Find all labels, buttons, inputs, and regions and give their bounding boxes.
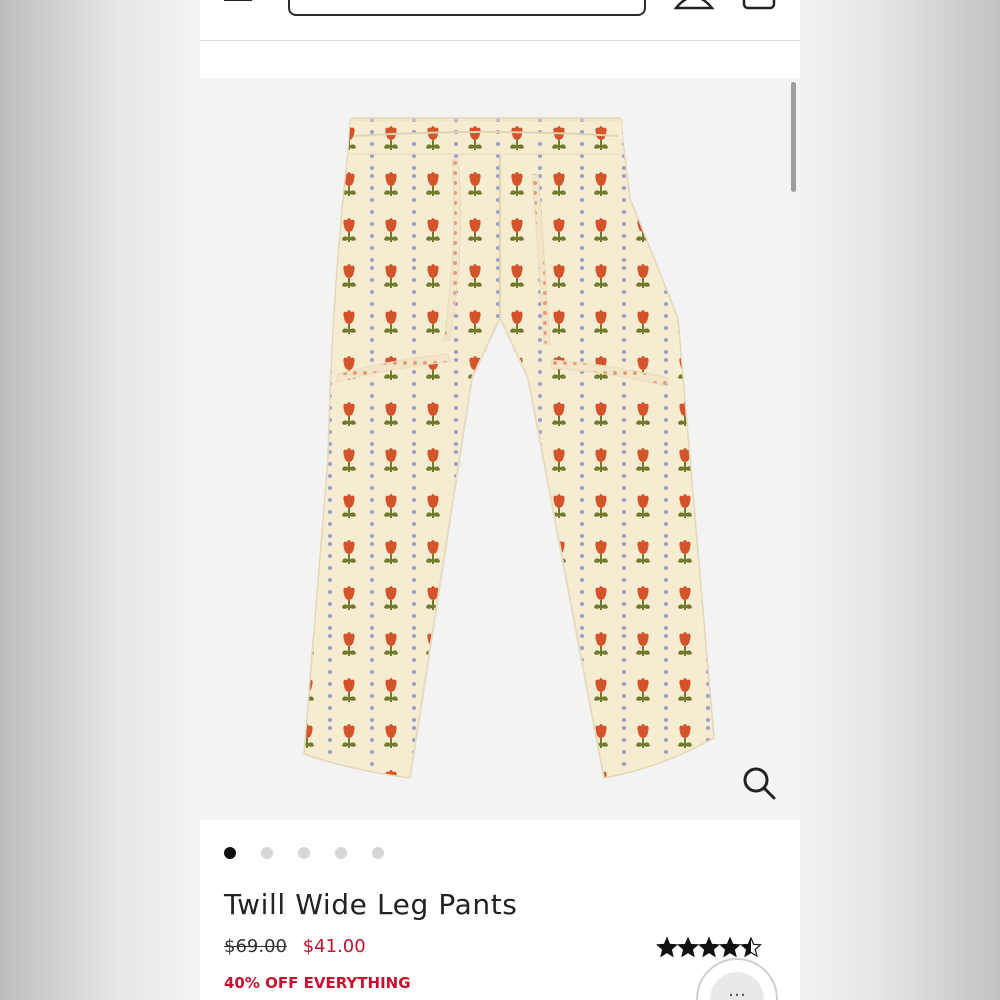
carousel-dot[interactable]: [372, 847, 384, 859]
shopping-bag-icon[interactable]: [742, 0, 776, 10]
account-icon[interactable]: [674, 0, 714, 10]
star-icon: [698, 936, 720, 958]
star-icon: [719, 936, 741, 958]
carousel-dot[interactable]: [298, 847, 310, 859]
waistband: [347, 119, 625, 155]
zoom-icon[interactable]: [740, 764, 778, 802]
product-image[interactable]: [200, 78, 800, 820]
pants-body: [303, 117, 715, 779]
sale-price: $41.00: [302, 936, 366, 957]
scrollbar[interactable]: [791, 82, 796, 192]
star-icon: [677, 936, 699, 958]
carousel-dots: [224, 846, 384, 860]
promo-text[interactable]: 40% OFF EVERYTHING: [224, 974, 411, 992]
menu-icon[interactable]: [224, 0, 252, 4]
star-rating[interactable]: [656, 936, 766, 960]
star-icon: [656, 936, 678, 958]
price-row: $69.00 $41.00: [224, 936, 366, 957]
pants-illustration: [303, 117, 715, 779]
original-price: $69.00: [224, 936, 287, 957]
chat-button[interactable]: …: [696, 958, 778, 1000]
product-title: Twill Wide Leg Pants: [224, 888, 518, 921]
search-input[interactable]: y: [288, 0, 646, 16]
carousel-dot[interactable]: [224, 847, 236, 859]
chat-icon: …: [710, 972, 764, 1000]
carousel-dot[interactable]: [261, 847, 273, 859]
carousel-dot[interactable]: [335, 847, 347, 859]
top-header: y: [200, 0, 800, 41]
phone-screen: y: [200, 0, 800, 1000]
star-icon: [740, 936, 762, 958]
